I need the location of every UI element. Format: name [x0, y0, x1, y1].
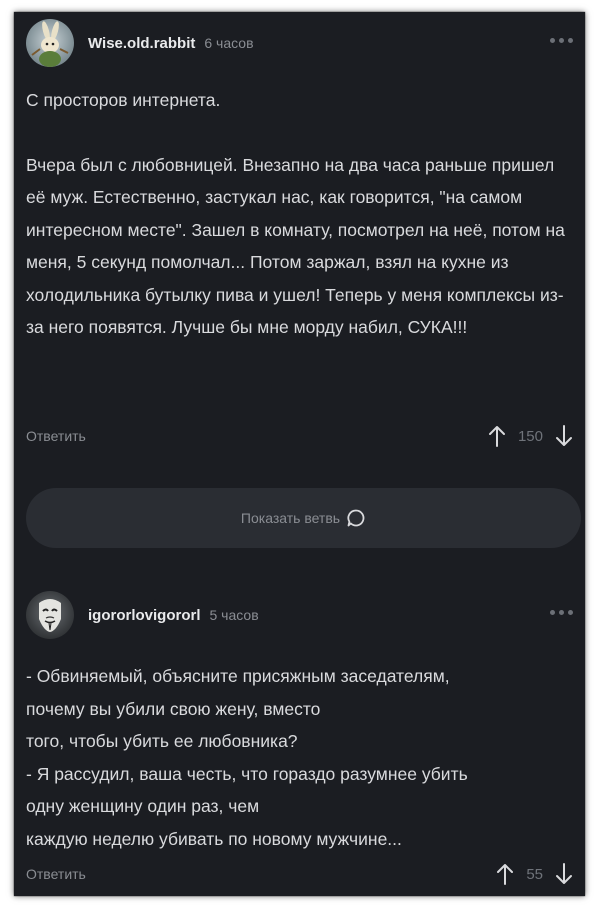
reply-button[interactable]: Ответить	[26, 428, 86, 444]
comment-line: того, чтобы убить ее любовника?	[26, 731, 298, 751]
comment-line: почему вы убили свою жену, вместо	[26, 698, 321, 719]
reply-button[interactable]: Ответить	[26, 866, 86, 882]
mask-avatar-icon	[39, 599, 61, 632]
upvote-arrow-icon[interactable]	[488, 424, 506, 448]
comment-line: каждую неделю убивать по новому мужчине.…	[26, 828, 402, 849]
comments-panel: Wise.old.rabbit 6 часов С просторов инте…	[14, 12, 585, 896]
comment-line: - Я рассудил, ваша честь, что гораздо ра…	[26, 763, 468, 784]
vote-score: 55	[526, 865, 543, 883]
comment-body: - Обвиняемый, объясните присяжным заседа…	[26, 660, 566, 855]
comment-line: - Обвиняемый, объясните присяжным заседа…	[26, 666, 450, 686]
comment-footer: Ответить 150	[26, 422, 573, 450]
vote-score: 150	[517, 427, 543, 445]
avatar[interactable]	[26, 591, 74, 639]
more-options-icon[interactable]	[550, 610, 573, 615]
downvote-arrow-icon[interactable]	[555, 424, 573, 448]
avatar[interactable]	[26, 19, 74, 67]
username[interactable]: Wise.old.rabbit	[88, 35, 195, 52]
comment-paragraph: Вчера был с любовницей. Внезапно на два …	[26, 154, 570, 338]
vote-controls: 55	[496, 860, 573, 888]
rabbit-avatar-icon	[31, 21, 69, 67]
show-branch-button[interactable]: Показать ветвь	[26, 488, 581, 548]
more-options-icon[interactable]	[550, 38, 573, 43]
comment-paragraph: С просторов интернета.	[26, 90, 221, 110]
show-branch-label: Показать ветвь	[240, 510, 341, 526]
timestamp: 6 часов	[204, 35, 254, 51]
username[interactable]: igororlovigororl	[88, 607, 201, 624]
comment-footer: Ответить 55	[26, 860, 573, 888]
downvote-arrow-icon[interactable]	[555, 862, 573, 886]
timestamp: 5 часов	[209, 607, 259, 623]
upvote-arrow-icon[interactable]	[496, 862, 514, 886]
comment-body: С просторов интернета. Вчера был с любов…	[26, 84, 566, 344]
comment-line: одну женщину один раз, чем	[26, 796, 260, 816]
comment-header: igororlovigororl 5 часов	[26, 590, 259, 640]
comment-header: Wise.old.rabbit 6 часов	[26, 18, 254, 68]
vote-controls: 150	[488, 422, 573, 450]
chat-bubble-icon	[347, 509, 365, 527]
